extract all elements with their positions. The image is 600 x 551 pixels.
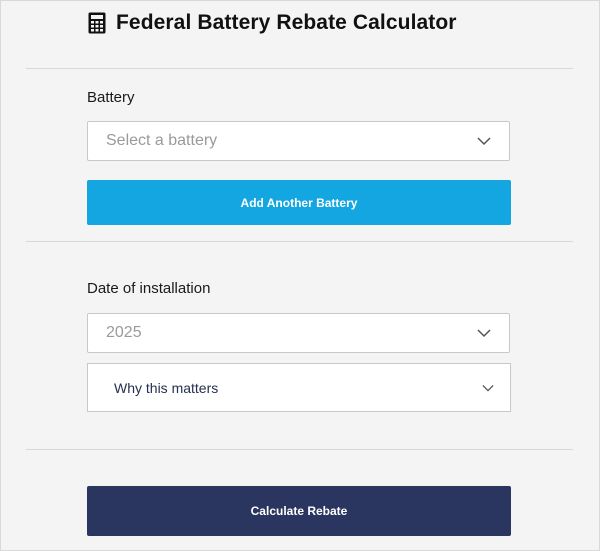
battery-select[interactable]: Select a battery xyxy=(87,121,510,161)
section-divider xyxy=(26,449,573,450)
chevron-down-icon xyxy=(482,384,494,391)
section-divider xyxy=(26,68,573,69)
calculate-rebate-button[interactable]: Calculate Rebate xyxy=(87,486,511,536)
why-this-matters-label: Why this matters xyxy=(114,379,219,396)
battery-select-placeholder: Select a battery xyxy=(106,132,218,149)
page-frame xyxy=(0,0,600,551)
battery-label: Battery xyxy=(87,89,135,106)
page-header: Federal Battery Rebate Calculator xyxy=(88,10,457,36)
chevron-down-icon xyxy=(477,137,491,146)
installation-year-select[interactable]: 2025 xyxy=(87,313,510,353)
installation-date-label: Date of installation xyxy=(87,280,211,297)
calculator-icon xyxy=(88,12,106,34)
installation-year-value: 2025 xyxy=(106,324,142,341)
section-divider xyxy=(26,241,573,242)
chevron-down-icon xyxy=(477,329,491,338)
page-title: Federal Battery Rebate Calculator xyxy=(116,11,457,34)
why-this-matters-accordion[interactable]: Why this matters xyxy=(87,363,511,412)
add-another-battery-button[interactable]: Add Another Battery xyxy=(87,180,511,225)
